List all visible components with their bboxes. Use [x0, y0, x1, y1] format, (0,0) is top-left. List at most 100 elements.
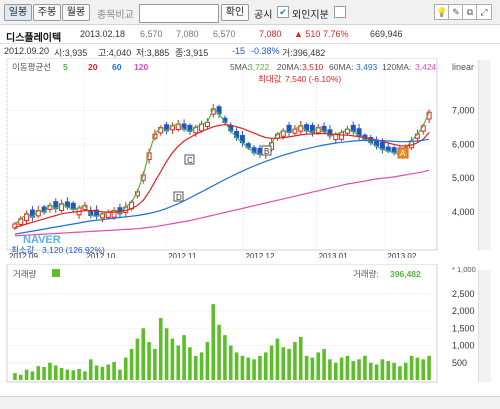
- volume-bar: [293, 342, 297, 380]
- bottom-scrollbar[interactable]: [0, 396, 500, 409]
- volume-title: 거래량: [13, 269, 37, 279]
- volume-bar: [328, 359, 332, 380]
- volume-bar: [228, 345, 233, 380]
- stock-name: 디스플레이텍: [6, 33, 62, 44]
- date-tick-label: 2013.01: [319, 252, 348, 258]
- volume-bar: [392, 362, 396, 380]
- volume-bar: [106, 364, 111, 380]
- info-change: -15: [232, 46, 246, 56]
- volume-bar: [193, 355, 198, 380]
- ma5-label: 5MA:: [230, 62, 250, 72]
- volume-tick-label: 2,500: [452, 289, 475, 299]
- stock-date: 2013.02.18: [80, 29, 126, 39]
- volume-bar: [135, 338, 140, 380]
- date-tick-label: 2012.11: [168, 252, 197, 258]
- volume-bar: [59, 367, 64, 380]
- scale-label[interactable]: linear: [452, 62, 474, 72]
- volume-bar: [153, 348, 157, 380]
- stock-summary: 디스플레이텍 2013.02.18 6,570 7,080 6,570 7,08…: [0, 25, 500, 44]
- price-value-3: 6,570: [213, 29, 236, 39]
- volume-bar: [205, 342, 210, 380]
- expand-icon[interactable]: ⤢: [476, 4, 492, 20]
- ma-legend-20: 20: [88, 62, 98, 72]
- date-tick-label: 2012.12: [246, 252, 275, 258]
- min-label: 최소값: [11, 245, 35, 255]
- ma-legend-5: 5: [63, 62, 68, 72]
- price-tick-label: 6,000: [452, 139, 475, 149]
- price-change-pct: 7.76%: [323, 29, 349, 39]
- max-value: 7,540 (-6.10%): [285, 74, 341, 84]
- price-tick-label: 4,000: [452, 207, 475, 217]
- volume-bar: [94, 365, 99, 380]
- volume-bar: [304, 355, 309, 380]
- volume-bar: [409, 355, 414, 380]
- volume-bar: [398, 366, 402, 380]
- volume-bar: [322, 348, 326, 380]
- min-value: 3,120 (126.92%): [42, 245, 105, 255]
- volume-bar: [164, 328, 169, 380]
- ohlc-info: 2012.09.20 시:3,935 고:4,040 저:3,885 종:3,9…: [0, 44, 500, 58]
- volume-tick-label: 1,500: [452, 323, 475, 333]
- ma120-label: 120MA:: [382, 62, 411, 72]
- svg-text:C: C: [187, 156, 193, 165]
- volume-scrollbar[interactable]: [478, 270, 491, 382]
- notice-checkbox[interactable]: ✔: [277, 6, 289, 18]
- svg-text:A: A: [400, 149, 406, 158]
- stock-volume: 669,946: [370, 29, 403, 39]
- price-chart: 4,0005,0006,0007,000 2012.09 2012.10 2012.…: [6, 58, 475, 258]
- price-value-1: 6,570: [140, 29, 163, 39]
- volume-bar: [88, 359, 93, 380]
- volume-bar: [182, 335, 186, 380]
- volume-bar: [13, 373, 17, 380]
- volume-bar: [345, 355, 350, 380]
- volume-bar: [170, 338, 175, 380]
- volume-bar: [112, 362, 116, 380]
- volume-legend-swatch: [52, 269, 60, 277]
- tab-monthly[interactable]: 월봉: [62, 4, 90, 21]
- tab-weekly[interactable]: 주봉: [33, 4, 61, 21]
- ma-legend-120: 120: [134, 62, 148, 72]
- price-axis-ticks: 4,000 5,000 6,000 7,000: [452, 105, 475, 217]
- info-change-pct: -0.38%: [251, 46, 280, 56]
- volume-bar: [71, 370, 76, 380]
- mark-c: C: [184, 154, 195, 165]
- svg-text:D: D: [176, 193, 182, 202]
- volume-bar: [223, 335, 227, 380]
- price-scrollbar[interactable]: [478, 60, 491, 250]
- ma120-value: 3,424: [415, 62, 437, 72]
- volume-bar: [77, 368, 81, 380]
- volume-bar: [141, 328, 146, 380]
- volume-current-label: 거래량:: [353, 269, 379, 279]
- volume-bar: [118, 369, 122, 380]
- confirm-button[interactable]: 확인: [221, 4, 249, 21]
- foreign-checkbox[interactable]: [334, 6, 346, 18]
- ma60-label: 60MA:: [329, 62, 354, 72]
- volume-unit: * 1,000: [452, 265, 476, 274]
- price-value-2: 7,080: [176, 29, 199, 39]
- ma20-value: 3,510: [302, 62, 324, 72]
- volume-bar: [42, 366, 46, 380]
- ma60-value: 3,493: [356, 62, 378, 72]
- volume-bar: [252, 359, 256, 380]
- volume-bar: [53, 365, 58, 380]
- volume-bar: [211, 304, 216, 380]
- volume-bar: [129, 348, 134, 380]
- ma-legend-60: 60: [112, 62, 122, 72]
- tab-daily[interactable]: 일봉: [4, 4, 32, 21]
- ma5-value: 3,722: [248, 62, 270, 72]
- volume-bar: [176, 345, 181, 380]
- volume-bar: [100, 366, 105, 380]
- volume-bar: [36, 366, 41, 380]
- volume-bar: [403, 362, 408, 380]
- volume-bar: [240, 355, 245, 380]
- toolbar: 일봉 주봉 월봉 종목비교 확인 공시 ✔ 외인지분 💡 ✎ ⧉ ⤢: [0, 0, 500, 25]
- mark-b: B: [261, 145, 272, 156]
- volume-bar: [188, 347, 192, 380]
- volume-bar: [158, 317, 163, 380]
- volume-bar: [357, 359, 361, 380]
- volume-bar: [123, 357, 128, 380]
- volume-bar: [30, 371, 35, 380]
- date-tick-label: 2013.02: [387, 252, 416, 258]
- volume-bar: [339, 357, 344, 380]
- compare-input[interactable]: [139, 4, 219, 23]
